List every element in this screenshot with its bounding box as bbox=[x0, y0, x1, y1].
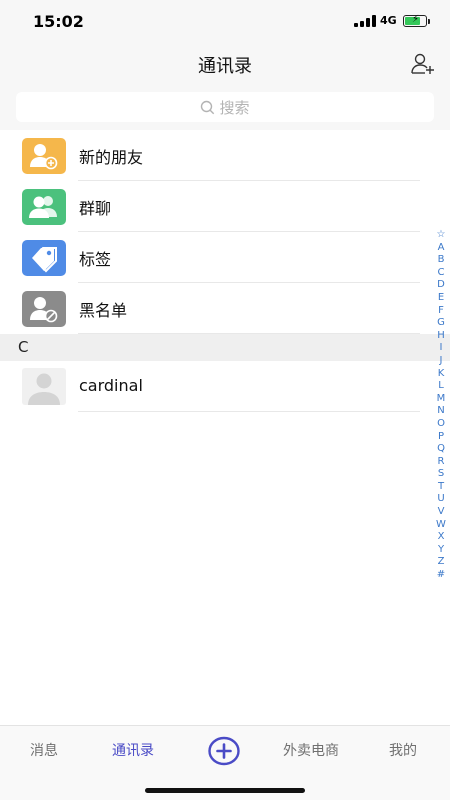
status-bar: 15:02 4G ⚡ bbox=[0, 0, 450, 42]
index-star[interactable]: ☆ bbox=[433, 229, 449, 242]
index-w[interactable]: W bbox=[433, 519, 449, 532]
search-input[interactable]: 搜索 bbox=[16, 92, 434, 122]
index-k[interactable]: K bbox=[433, 368, 449, 381]
avatar bbox=[22, 368, 66, 405]
index-s[interactable]: S bbox=[433, 468, 449, 481]
page-title: 通讯录 bbox=[198, 56, 252, 77]
index-c[interactable]: C bbox=[433, 267, 449, 280]
nav-header: 通讯录 bbox=[0, 42, 450, 86]
contact-item[interactable]: cardinal bbox=[0, 361, 450, 412]
index-u[interactable]: U bbox=[433, 493, 449, 506]
group-chat-item[interactable]: 群聊 bbox=[0, 181, 450, 232]
section-letter: C bbox=[18, 338, 29, 356]
home-indicator-area bbox=[0, 775, 450, 800]
group-chat-label: 群聊 bbox=[79, 199, 112, 218]
new-friends-item[interactable]: 新的朋友 bbox=[0, 130, 450, 181]
contacts-list: 新的朋友 群聊 标签 黑名单 C cardinal bbox=[0, 130, 450, 412]
contact-name: cardinal bbox=[79, 376, 143, 395]
index-i[interactable]: I bbox=[433, 342, 449, 355]
tags-label: 标签 bbox=[79, 250, 112, 269]
alphabet-index[interactable]: ☆ A B C D E F G H I J K L M N O P Q R S … bbox=[433, 229, 449, 582]
blacklist-item[interactable]: 黑名单 bbox=[0, 283, 450, 334]
tab-me[interactable]: 我的 bbox=[389, 740, 417, 760]
index-o[interactable]: O bbox=[433, 418, 449, 431]
index-l[interactable]: L bbox=[433, 380, 449, 393]
search-bar: 搜索 bbox=[0, 86, 450, 130]
index-d[interactable]: D bbox=[433, 279, 449, 292]
index-h[interactable]: H bbox=[433, 330, 449, 343]
index-g[interactable]: G bbox=[433, 317, 449, 330]
tab-add-button[interactable] bbox=[208, 736, 240, 766]
tab-food-shopping[interactable]: 外卖电商 bbox=[283, 740, 339, 760]
index-y[interactable]: Y bbox=[433, 544, 449, 557]
index-m[interactable]: M bbox=[433, 393, 449, 406]
index-f[interactable]: F bbox=[433, 305, 449, 318]
index-p[interactable]: P bbox=[433, 431, 449, 444]
network-type: 4G bbox=[380, 14, 397, 27]
search-icon bbox=[201, 100, 215, 114]
index-a[interactable]: A bbox=[433, 242, 449, 255]
blacklist-icon bbox=[22, 291, 66, 327]
add-contact-icon bbox=[411, 53, 434, 74]
tab-messages[interactable]: 消息 bbox=[30, 740, 58, 760]
add-friend-icon bbox=[22, 138, 66, 174]
tag-icon bbox=[22, 240, 66, 276]
group-icon bbox=[22, 189, 66, 225]
new-friends-label: 新的朋友 bbox=[79, 148, 144, 167]
tags-item[interactable]: 标签 bbox=[0, 232, 450, 283]
index-j[interactable]: J bbox=[433, 355, 449, 368]
index-x[interactable]: X bbox=[433, 531, 449, 544]
blacklist-label: 黑名单 bbox=[79, 301, 128, 320]
index-r[interactable]: R bbox=[433, 456, 449, 469]
signal-icon bbox=[354, 15, 376, 27]
search-placeholder: 搜索 bbox=[219, 98, 250, 117]
contacts-screen: 15:02 4G ⚡ 通讯录 搜索 新的朋友 群聊 标签 黑名单 C cardi… bbox=[0, 0, 450, 800]
index-z[interactable]: Z bbox=[433, 556, 449, 569]
index-q[interactable]: Q bbox=[433, 443, 449, 456]
add-contact-button[interactable] bbox=[410, 51, 436, 77]
bottom-tab-bar: 消息 通讯录 外卖电商 我的 bbox=[0, 725, 450, 775]
section-header-c: C bbox=[0, 334, 450, 361]
home-indicator bbox=[145, 788, 305, 793]
index-e[interactable]: E bbox=[433, 292, 449, 305]
index-v[interactable]: V bbox=[433, 506, 449, 519]
index-b[interactable]: B bbox=[433, 254, 449, 267]
index-hash[interactable]: # bbox=[433, 569, 449, 582]
status-time: 15:02 bbox=[33, 12, 84, 31]
index-t[interactable]: T bbox=[433, 481, 449, 494]
battery-cap bbox=[428, 19, 430, 24]
battery-icon: ⚡ bbox=[403, 14, 427, 27]
index-n[interactable]: N bbox=[433, 405, 449, 418]
plus-circle-icon bbox=[208, 736, 240, 766]
default-avatar-icon bbox=[28, 373, 60, 405]
tab-contacts[interactable]: 通讯录 bbox=[112, 740, 154, 760]
